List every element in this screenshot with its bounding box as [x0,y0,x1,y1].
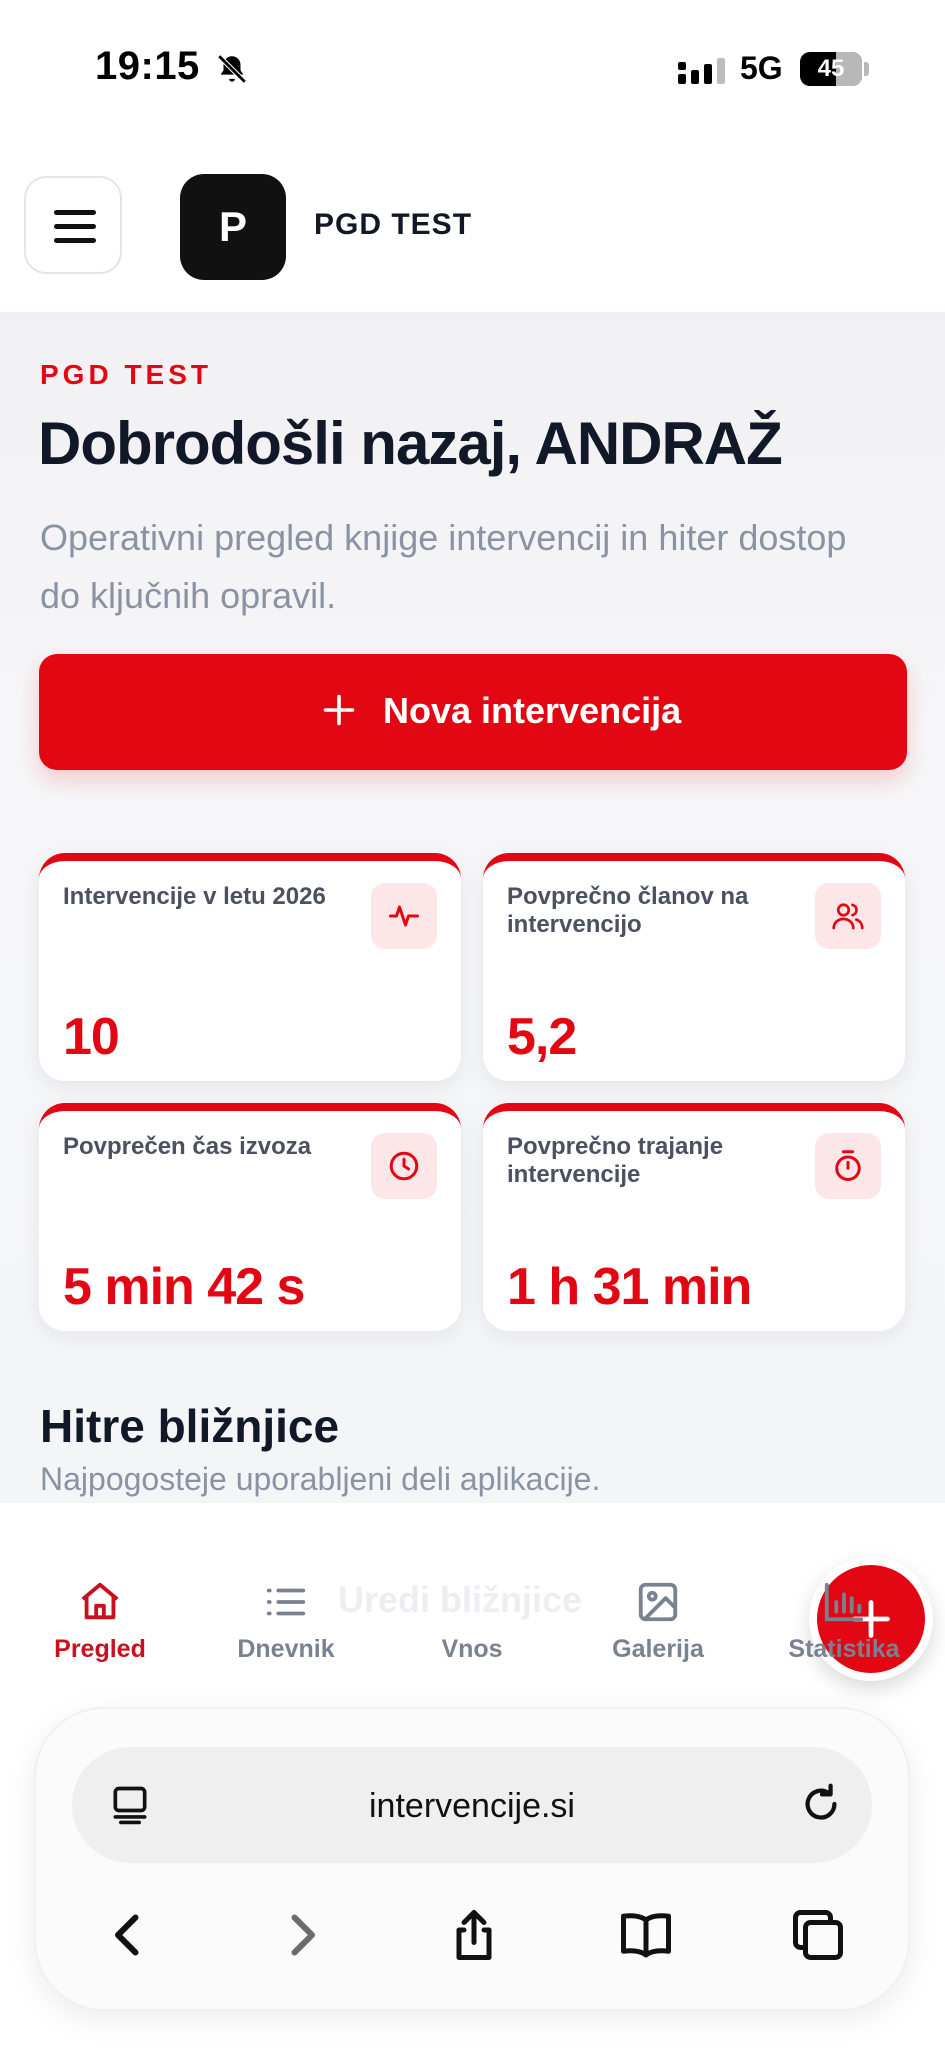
list-icon [266,1588,306,1616]
stat-card-avg-members[interactable]: Povprečno članov na intervencijo 5,2 [483,853,905,1081]
shortcuts-title: Hitre bližnjice [40,1400,340,1452]
nav-item-statistika[interactable]: Statistika [769,1579,919,1669]
users-icon [832,903,864,930]
welcome-subtitle: Operativni pregled knjige intervencij in… [40,517,847,616]
tabs-icon [793,1910,843,1960]
org-name: PGD TEST [314,208,473,241]
status-time: 19:15 [95,44,200,88]
forward-button[interactable] [272,1905,332,1965]
bottom-nav: Uredi bližnjice Pregled Dnevnik Vnos Gal… [0,1503,945,1681]
app-header: P PGD TEST [0,140,945,314]
stat-card-interventions-year[interactable]: Intervencije v letu 2026 10 [39,853,461,1081]
stat-value: 5 min 42 s [63,1258,305,1316]
org-logo[interactable]: P [180,174,286,280]
share-button[interactable] [444,1905,504,1965]
battery-tip [864,62,869,76]
stat-card-avg-duration[interactable]: Povprečno trajanje intervencije 1 h 31 m… [483,1103,905,1331]
battery-icon: 45 [800,52,862,86]
share-icon [456,1910,492,1960]
bar-chart-icon [824,1582,864,1622]
stat-title: Povprečen čas izvoza [63,1133,312,1160]
timer-icon [835,1150,861,1181]
book-icon [621,1913,671,1958]
activity-icon [389,905,419,927]
nav-label: Dnevnik [237,1635,335,1663]
network-type: 5G [740,50,783,86]
nav-label: Galerija [612,1635,704,1663]
dashboard: PGD TEST Dobrodošli nazaj, ANDRAŽ Operat… [0,313,945,1503]
nav-label: Vnos [441,1635,503,1663]
browser-toolbar: intervencije.si [34,1707,910,2011]
status-bar: 19:15 5G 45 [0,0,945,140]
chevron-right-icon [291,1914,315,1956]
shortcuts-subtitle: Najpogosteje uporabljeni deli aplikacije… [40,1461,601,1497]
battery-level: 45 [817,55,845,82]
nav-item-galerija[interactable]: Galerija [583,1579,733,1669]
stat-card-avg-departure[interactable]: Povprečen čas izvoza 5 min 42 s [39,1103,461,1331]
nav-label: Statistika [788,1635,900,1663]
nav-label: Pregled [54,1635,146,1663]
new-intervention-label: Nova intervencija [383,690,682,731]
welcome-heading: Dobrodošli nazaj, ANDRAŽ [38,410,783,477]
stat-value: 10 [63,1008,120,1066]
signal-icon [678,58,725,84]
back-button[interactable] [98,1905,158,1965]
new-intervention-button[interactable]: Nova intervencija [39,654,907,770]
bell-muted-icon [217,54,247,84]
stat-value: 5,2 [507,1008,577,1066]
image-icon [638,1582,678,1622]
stat-title: Povprečno članov na intervencijo [507,883,749,938]
plus-icon [323,694,355,726]
nav-item-pregled[interactable]: Pregled [25,1579,175,1669]
stat-value: 1 h 31 min [507,1258,752,1316]
chevron-left-icon [115,1914,139,1956]
tabs-button[interactable] [788,1905,848,1965]
home-icon [81,1582,119,1620]
nav-item-vnos[interactable]: Vnos [397,1557,933,1681]
address-bar[interactable]: intervencije.si [72,1747,872,1863]
nav-item-dnevnik[interactable]: Dnevnik [211,1579,361,1669]
url-text: intervencije.si [369,1787,575,1825]
stat-title: Povprečno trajanje intervencije [507,1133,724,1188]
reload-icon[interactable] [798,1781,844,1827]
stat-title: Intervencije v letu 2026 [63,883,326,910]
org-eyebrow: PGD TEST [40,359,213,390]
bookmarks-button[interactable] [616,1905,676,1965]
menu-button[interactable] [24,176,122,274]
clock-icon [389,1151,419,1181]
